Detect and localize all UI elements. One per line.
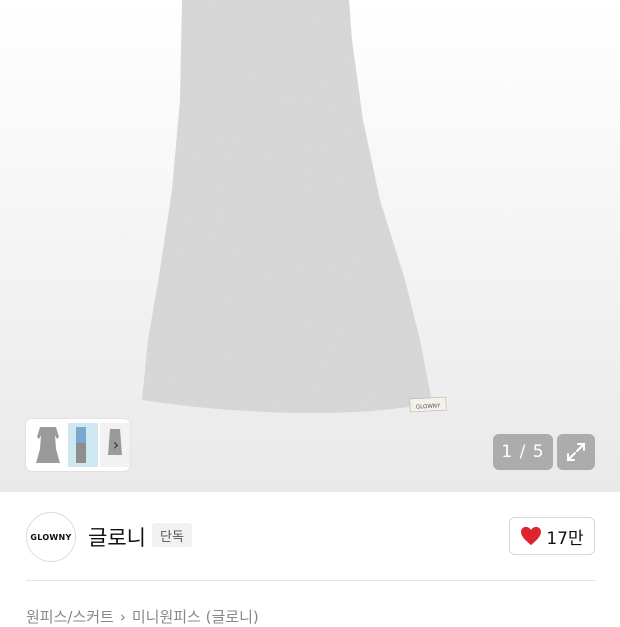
exclusive-badge: 단독 [152,523,192,547]
expand-icon [567,443,585,461]
brand-logo[interactable]: GLOWNY [26,512,76,562]
brand-name[interactable]: 글로니 [88,522,146,552]
breadcrumb-separator-icon: › [119,608,126,626]
heart-icon [521,526,542,546]
breadcrumb-item-category[interactable]: 원피스/스커트 [26,608,114,626]
like-button[interactable]: 17만 [509,517,595,555]
breadcrumb: 원피스/스커트 › 미니원피스 (글로니) [26,606,259,627]
breadcrumb-item-subcategory[interactable]: 미니원피스 (글로니) [132,608,259,626]
product-image-gallery[interactable]: GLOWNY › 1 / 5 [0,0,620,492]
brand-logo-text: GLOWNY [30,532,72,542]
expand-button[interactable] [557,434,595,470]
divider [26,580,595,581]
image-counter: 1 / 5 [493,434,553,470]
chevron-right-icon[interactable]: › [108,435,124,454]
image-counter-text: 1 / 5 [501,442,545,462]
like-count: 17만 [546,528,584,549]
brand-row: GLOWNY 글로니 단독 17만 [0,492,620,582]
thumbnail-strip[interactable]: › [26,419,130,471]
